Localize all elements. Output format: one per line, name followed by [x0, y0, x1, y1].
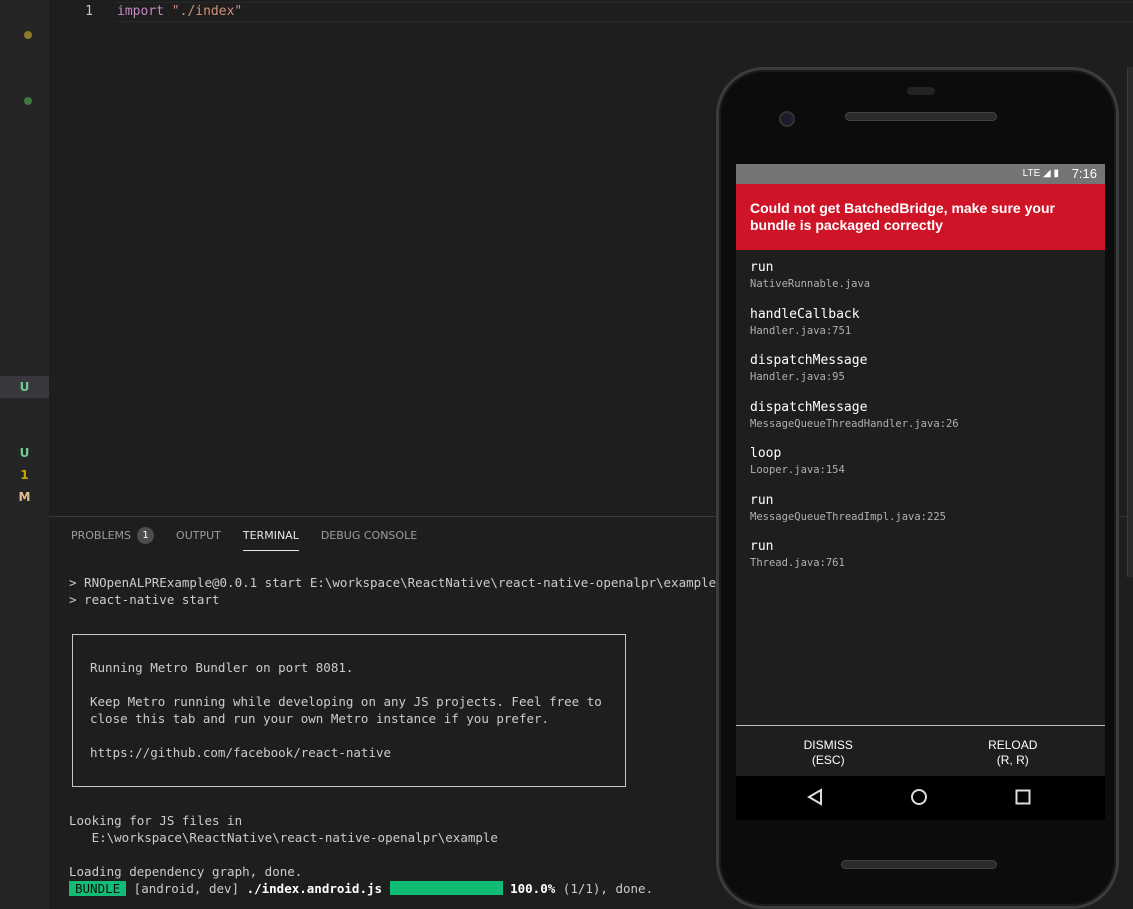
panel-tabs: PROBLEMS 1 OUTPUT TERMINAL DEBUG CONSOLE: [71, 527, 439, 551]
android-nav-bar: [736, 776, 1105, 820]
added-dot-icon: [24, 97, 32, 105]
stack-frame[interactable]: run Thread.java:761: [750, 539, 959, 586]
terminal-line: Keep Metro running while developing on a…: [90, 694, 602, 709]
keyword-token: import: [117, 4, 164, 19]
bundle-file: ./index.android.js: [246, 881, 383, 896]
frame-file: MessageQueueThreadHandler.java:26: [750, 417, 959, 430]
redbox-error-title: Could not get BatchedBridge, make sure y…: [736, 184, 1105, 250]
speaker-grille: [845, 112, 997, 121]
frame-file: Thread.java:761: [750, 557, 845, 569]
terminal-line: > react-native start: [69, 592, 220, 607]
bundle-status: (1/1), done.: [555, 881, 654, 896]
frame-file: Handler.java:95: [750, 371, 845, 383]
earpiece-slot: [907, 87, 935, 95]
tab-debug-console[interactable]: DEBUG CONSOLE: [321, 527, 417, 551]
frame-file: Handler.java:751: [750, 324, 852, 337]
untracked-badge: U: [19, 446, 30, 460]
stack-frame[interactable]: handleCallback Handler.java:751: [750, 307, 959, 354]
terminal-line: close this tab and run your own Metro in…: [90, 711, 550, 726]
frame-method: dispatchMessage: [750, 353, 868, 368]
tab-terminal-label: TERMINAL: [242, 529, 299, 542]
home-icon[interactable]: [910, 788, 928, 806]
back-icon[interactable]: [806, 788, 824, 806]
terminal-line: Loading dependency graph, done.: [69, 864, 303, 879]
string-token: "./index": [171, 4, 243, 19]
signal-label: LTE: [1022, 168, 1041, 179]
bundle-tag: BUNDLE: [69, 881, 127, 896]
bundle-progress-line: BUNDLE [android, dev] ./index.android.js…: [69, 881, 653, 896]
frame-method: handleCallback: [750, 306, 860, 322]
stack-trace: run NativeRunnable.java handleCallback Han…: [750, 260, 959, 586]
dismiss-label: DISMISS: [803, 738, 853, 752]
stack-frame[interactable]: run NativeRunnable.java: [750, 260, 959, 307]
stack-frame[interactable]: dispatchMessage Handler.java:95: [750, 353, 959, 400]
redbox-actions: DISMISS (ESC) RELOAD (R, R): [736, 725, 1105, 776]
line-number: 1: [85, 4, 93, 19]
tab-terminal[interactable]: TERMINAL: [242, 527, 299, 551]
stack-frame[interactable]: loop Looper.java:154: [750, 446, 959, 493]
reload-shortcut: (R, R): [996, 753, 1029, 767]
frame-method: dispatchMessage: [750, 399, 868, 415]
terminal-line: Looking for JS files in: [69, 813, 243, 828]
terminal-line: Running Metro Bundler on port 8081.: [90, 660, 354, 675]
scm-gutter: U U 1 M: [0, 0, 49, 909]
current-line-highlight: [115, 2, 1133, 22]
frame-method: run: [750, 492, 774, 508]
frame-method: run: [750, 260, 774, 275]
frame-method: loop: [750, 446, 782, 461]
stack-frame[interactable]: run MessageQueueThreadImpl.java:225: [750, 493, 959, 540]
reload-label: RELOAD: [988, 738, 1038, 752]
front-camera-icon: [779, 111, 795, 127]
terminal-link[interactable]: https://github.com/facebook/react-native: [90, 745, 391, 760]
modified-badge: M: [18, 490, 31, 504]
dismiss-shortcut: (ESC): [811, 753, 845, 767]
bundle-target: [android, dev]: [126, 881, 247, 896]
tab-output[interactable]: OUTPUT: [176, 527, 221, 551]
bottom-speaker-grille: [841, 860, 997, 869]
modified-dot-icon: [24, 31, 32, 39]
frame-file: MessageQueueThreadImpl.java:225: [750, 510, 946, 523]
frame-file: Looper.java:154: [750, 464, 845, 476]
tab-problems[interactable]: PROBLEMS 1: [71, 527, 155, 551]
bundle-progress-bar: [389, 881, 503, 895]
reload-button[interactable]: RELOAD (R, R): [921, 726, 1106, 776]
stack-frame[interactable]: dispatchMessage MessageQueueThreadHandler…: [750, 400, 959, 447]
frame-method: run: [750, 539, 774, 554]
bundle-percent: 100.0%: [510, 881, 556, 896]
untracked-badge: U: [19, 380, 30, 394]
dismiss-button[interactable]: DISMISS (ESC): [736, 726, 921, 776]
terminal-line: E:\workspace\ReactNative\react-native-op…: [69, 830, 498, 845]
terminal-line: > RNOpenALPRExample@0.0.1 start E:\works…: [69, 575, 717, 590]
tab-debug-console-label: DEBUG CONSOLE: [320, 529, 418, 542]
android-status-bar: LTE ◢ ▮ 7:16: [736, 164, 1105, 184]
phone-screen: LTE ◢ ▮ 7:16 Could not get BatchedBridge…: [736, 164, 1105, 776]
recents-icon[interactable]: [1014, 788, 1032, 806]
code-line[interactable]: import "./index": [117, 4, 242, 19]
editor-scrollbar[interactable]: [1127, 67, 1133, 577]
problems-count-badge: 1: [137, 527, 155, 544]
tab-problems-label: PROBLEMS: [71, 529, 132, 542]
problem-count-badge: 1: [20, 468, 29, 482]
clock: 7:16: [1071, 166, 1097, 181]
tab-output-label: OUTPUT: [176, 529, 221, 542]
android-emulator: LTE ◢ ▮ 7:16 Could not get BatchedBridge…: [716, 67, 1119, 909]
frame-file: NativeRunnable.java: [750, 278, 871, 290]
signal-icon: LTE ◢ ▮: [1022, 168, 1059, 179]
